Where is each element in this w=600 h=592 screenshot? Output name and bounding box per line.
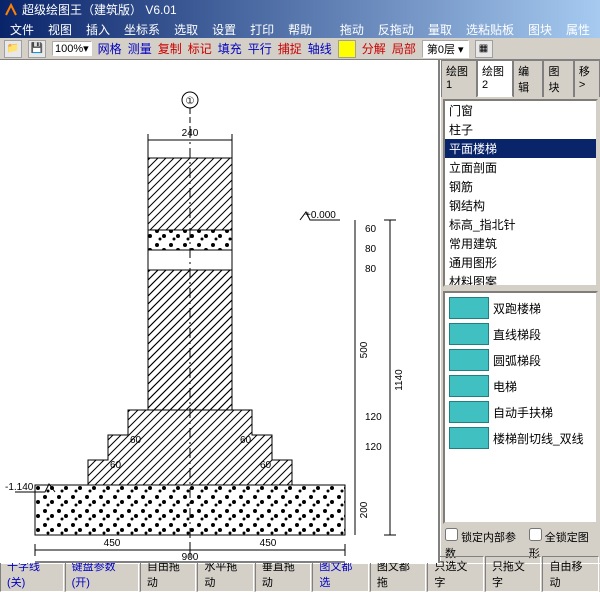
category-list[interactable]: 门窗 柱子 平面楼梯 立面剖面 钢筋 钢结构 标高_指北针 常用建筑 通用图形 … xyxy=(443,99,598,287)
stair-thumb-icon xyxy=(449,427,489,449)
menu-bar: 文件 视图 插入 坐标系 选取 设置 打印 帮助 拖动 反拖动 量取 选粘贴板 … xyxy=(0,20,600,38)
list-item[interactable]: 柱子 xyxy=(445,120,596,139)
svg-text:60: 60 xyxy=(130,435,142,446)
list-item[interactable]: 钢筋 xyxy=(445,177,596,196)
tab-draw2[interactable]: 绘图2 xyxy=(477,60,513,97)
list-item[interactable]: 门窗 xyxy=(445,101,596,120)
zoom-select[interactable]: 100% ▾ xyxy=(52,41,92,56)
tb-explode[interactable]: 分解 xyxy=(362,40,386,57)
list-item[interactable]: 平面楼梯 xyxy=(445,139,596,158)
symbol-item[interactable]: 电梯 xyxy=(447,373,594,399)
svg-text:1140: 1140 xyxy=(394,369,405,391)
status-bar: 十字线(关) 键盘参数(开) 自由拖动 水平拖动 垂直拖动 图文都选 图文都拖 … xyxy=(0,563,600,583)
symbol-item[interactable]: 直线梯段 xyxy=(447,321,594,347)
svg-text:60: 60 xyxy=(365,224,377,235)
svg-text:200: 200 xyxy=(359,501,370,518)
toolbar: 📁 💾 100% ▾ 网格 测量 复制 标记 填充 平行 捕捉 轴线 分解 局部… xyxy=(0,38,600,60)
menu-file[interactable]: 文件 xyxy=(4,21,40,38)
list-item[interactable]: 钢结构 xyxy=(445,196,596,215)
symbol-item[interactable]: 圆弧梯段 xyxy=(447,347,594,373)
svg-text:900: 900 xyxy=(182,552,199,563)
tool-save-icon[interactable]: 💾 xyxy=(28,40,46,58)
tab-draw1[interactable]: 绘图1 xyxy=(441,60,477,97)
tb-snap[interactable]: 捕捉 xyxy=(278,40,302,57)
tb-copy[interactable]: 复制 xyxy=(158,40,182,57)
tab-more[interactable]: 移> xyxy=(574,60,600,97)
menu-view[interactable]: 视图 xyxy=(42,21,78,38)
tb-fill[interactable]: 填充 xyxy=(218,40,242,57)
menu-drag[interactable]: 拖动 xyxy=(334,21,370,38)
window-title: 超级绘图王（建筑版） V6.01 xyxy=(22,0,177,20)
stair-thumb-icon xyxy=(449,401,489,423)
menu-select[interactable]: 选取 xyxy=(168,21,204,38)
title-bar: 超级绘图王（建筑版） V6.01 xyxy=(0,0,600,20)
menu-help[interactable]: 帮助 xyxy=(282,21,318,38)
svg-text:-1.140: -1.140 xyxy=(5,482,34,493)
svg-text:120: 120 xyxy=(365,442,382,453)
list-item[interactable]: 常用建筑 xyxy=(445,234,596,253)
svg-text:①: ① xyxy=(186,96,195,107)
svg-text:80: 80 xyxy=(365,244,377,255)
svg-text:120: 120 xyxy=(365,412,382,423)
tb-color-icon[interactable] xyxy=(338,40,356,58)
svg-text:450: 450 xyxy=(260,538,277,549)
tab-block[interactable]: 图块 xyxy=(543,60,573,97)
list-item[interactable]: 标高_指北针 xyxy=(445,215,596,234)
menu-print[interactable]: 打印 xyxy=(244,21,280,38)
symbol-item[interactable]: 自动手扶梯 xyxy=(447,399,594,425)
tb-parallel[interactable]: 平行 xyxy=(248,40,272,57)
symbol-item[interactable]: 楼梯剖切线_双线 xyxy=(447,425,594,451)
drawing-svg: ① 240 +0.000 xyxy=(0,60,440,563)
stair-thumb-icon xyxy=(449,375,489,397)
stair-thumb-icon xyxy=(449,349,489,371)
list-item[interactable]: 立面剖面 xyxy=(445,158,596,177)
svg-text:80: 80 xyxy=(365,264,377,275)
symbol-item[interactable]: 双跑楼梯 xyxy=(447,295,594,321)
side-panel: 绘图1 绘图2 编辑 图块 移> 门窗 柱子 平面楼梯 立面剖面 钢筋 钢结构 … xyxy=(440,60,600,563)
tb-local[interactable]: 局部 xyxy=(392,40,416,57)
panel-tabs: 绘图1 绘图2 编辑 图块 移> xyxy=(441,60,600,97)
svg-text:60: 60 xyxy=(260,460,272,471)
tb-extra-icon[interactable]: ▦ xyxy=(475,40,493,58)
menu-props[interactable]: 属性 xyxy=(560,21,596,38)
menu-settings[interactable]: 设置 xyxy=(206,21,242,38)
status-dragtext[interactable]: 只拖文字 xyxy=(485,556,542,592)
stair-thumb-icon xyxy=(449,323,489,345)
drawing-canvas[interactable]: ① 240 +0.000 xyxy=(0,60,440,563)
tb-measure[interactable]: 测量 xyxy=(128,40,152,57)
app-icon xyxy=(4,3,18,17)
list-item[interactable]: 材料图案 xyxy=(445,272,596,287)
tb-axis[interactable]: 轴线 xyxy=(308,40,332,57)
menu-coord[interactable]: 坐标系 xyxy=(118,21,166,38)
stair-thumb-icon xyxy=(449,297,489,319)
menu-revdrag[interactable]: 反拖动 xyxy=(372,21,420,38)
status-freemove[interactable]: 自由移动 xyxy=(542,556,599,592)
svg-text:450: 450 xyxy=(104,538,121,549)
tool-open-icon[interactable]: 📁 xyxy=(4,40,22,58)
svg-text:60: 60 xyxy=(240,435,252,446)
tb-mark[interactable]: 标记 xyxy=(188,40,212,57)
tb-grid[interactable]: 网格 xyxy=(98,40,122,57)
menu-insert[interactable]: 插入 xyxy=(80,21,116,38)
svg-text:500: 500 xyxy=(359,341,370,358)
layer-select[interactable]: 第0层 ▾ xyxy=(422,40,469,58)
list-item[interactable]: 通用图形 xyxy=(445,253,596,272)
svg-text:60: 60 xyxy=(110,460,122,471)
menu-block[interactable]: 图块 xyxy=(522,21,558,38)
menu-measure[interactable]: 量取 xyxy=(422,21,458,38)
tab-edit[interactable]: 编辑 xyxy=(513,60,543,97)
symbol-list[interactable]: 双跑楼梯 直线梯段 圆弧梯段 电梯 自动手扶梯 楼梯剖切线_双线 xyxy=(443,291,598,524)
menu-clipboard[interactable]: 选粘贴板 xyxy=(460,21,520,38)
